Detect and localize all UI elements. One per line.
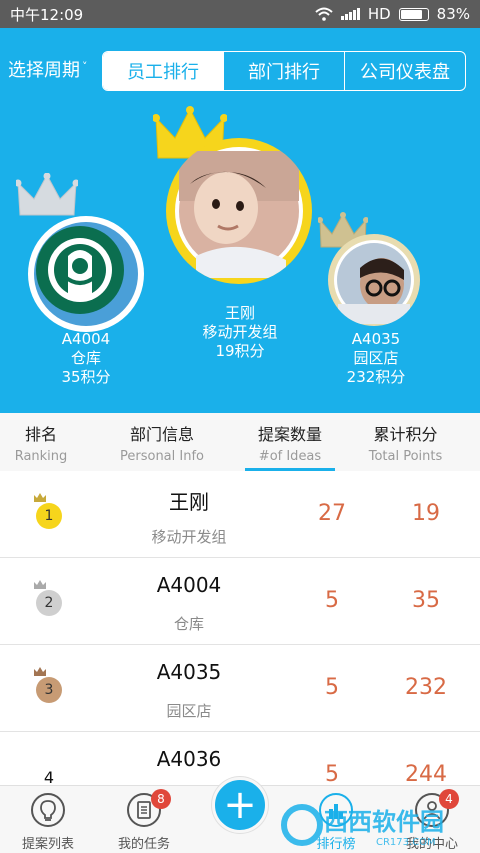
silver-crown-icon	[16, 173, 78, 216]
table-row[interactable]: 1 王刚 移动开发组 27 19	[0, 471, 480, 558]
status-icons: HD 83%	[315, 5, 470, 23]
podium-info-rank-2: A4004 仓库 35积分	[36, 330, 136, 387]
chevron-down-icon: ˅	[82, 60, 88, 73]
ranking-table-header: 排名 Ranking 部门信息 Personal Info 提案数量 #of I…	[0, 413, 480, 471]
column-sublabel: #of Ideas	[258, 449, 322, 464]
column-total-points[interactable]: 累计积分 Total Points	[343, 413, 468, 471]
table-row[interactable]: 3 A4035 园区店 5 232	[0, 645, 480, 732]
row-ideas: 5	[325, 675, 339, 700]
user-photo-image	[175, 147, 303, 278]
row-ideas: 5	[325, 588, 339, 613]
podium-info-rank-1: 王刚 移动开发组 19积分	[180, 304, 300, 361]
nav-item-ideas-list[interactable]: 提案列表	[0, 786, 96, 852]
column-sublabel: Personal Info	[120, 449, 204, 464]
podium-points: 35积分	[61, 368, 111, 386]
starbucks-logo-image	[34, 222, 138, 326]
site-watermark-logo: 西西软件园 CR173.COM	[281, 804, 444, 848]
row-name: 王刚	[169, 490, 209, 514]
svg-text:CR173.COM: CR173.COM	[376, 837, 436, 848]
lightbulb-icon	[31, 793, 65, 827]
status-bar: 中午12:09 HD 83%	[0, 0, 480, 28]
podium-dept: 园区店	[353, 349, 399, 367]
crown-icon	[34, 493, 46, 502]
row-dept: 移动开发组	[151, 528, 227, 546]
nav-label: 我的任务	[117, 837, 170, 852]
column-ideas-count[interactable]: 提案数量 #of Ideas	[245, 413, 335, 471]
podium-name: A4035	[351, 330, 401, 348]
tab-employee-ranking[interactable]: 员工排行	[103, 52, 223, 90]
battery-label: 83%	[436, 5, 470, 23]
wifi-icon	[315, 7, 333, 21]
task-list-icon: 8	[127, 789, 171, 827]
rank-badge-bronze: 3	[36, 677, 62, 703]
row-points: 244	[405, 762, 447, 787]
podium-info-rank-3: A4035 园区店 232积分	[326, 330, 426, 387]
signal-icon	[340, 8, 360, 20]
period-label: 选择周期	[8, 60, 80, 81]
network-label: HD	[367, 5, 391, 23]
create-idea-button[interactable]: +	[212, 777, 268, 833]
notification-badge: 8	[151, 789, 171, 809]
period-selector[interactable]: 选择周期 ˅	[8, 56, 88, 82]
podium-points: 232积分	[346, 368, 406, 386]
row-ideas: 5	[325, 762, 339, 787]
column-ranking[interactable]: 排名 Ranking	[0, 413, 82, 471]
nav-item-my-tasks[interactable]: 8 我的任务	[96, 786, 192, 852]
row-dept: 仓库	[173, 615, 204, 633]
row-points: 232	[405, 675, 447, 700]
svg-text:西西软件园: 西西软件园	[324, 808, 444, 836]
podium-name: 王刚	[224, 304, 255, 322]
row-points: 19	[412, 501, 440, 526]
row-name: A4035	[156, 660, 222, 684]
battery-icon	[398, 7, 429, 21]
row-points: 35	[412, 588, 440, 613]
row-dept: 园区店	[166, 702, 212, 720]
tab-company-dashboard[interactable]: 公司仪表盘	[344, 52, 465, 90]
row-ideas: 27	[318, 501, 346, 526]
nav-label: 提案列表	[21, 837, 74, 852]
podium-dept: 移动开发组	[202, 323, 278, 341]
column-label: 部门信息	[129, 425, 194, 444]
podium-points: 19积分	[215, 342, 265, 360]
row-name: A4036	[156, 747, 222, 771]
ranking-list: 1 王刚 移动开发组 27 19 2 A4004 仓库 5 35 3 A4035…	[0, 471, 480, 819]
column-label: 累计积分	[373, 425, 438, 444]
row-name: A4004	[156, 573, 222, 597]
avatar-rank-1[interactable]	[166, 138, 312, 284]
column-label: 提案数量	[257, 425, 322, 444]
podium-dept: 仓库	[70, 349, 101, 367]
tab-department-ranking[interactable]: 部门排行	[223, 52, 344, 90]
rank-badge-gold: 1	[36, 503, 62, 529]
crown-icon	[34, 667, 46, 676]
status-time: 中午12:09	[10, 5, 84, 24]
user-photo-image	[334, 240, 414, 324]
table-row[interactable]: 2 A4004 仓库 5 35	[0, 558, 480, 645]
column-sublabel: Total Points	[368, 449, 443, 464]
column-personal-info[interactable]: 部门信息 Personal Info	[82, 413, 242, 471]
ranking-segmented-control: 员工排行 部门排行 公司仪表盘	[102, 51, 466, 91]
leaderboard-header: 选择周期 ˅ 员工排行 部门排行 公司仪表盘 A4004 仓库 35积分 王刚 …	[0, 28, 480, 413]
avatar-rank-2[interactable]	[28, 216, 144, 332]
column-sublabel: Ranking	[14, 449, 68, 464]
column-label: 排名	[24, 425, 57, 444]
rank-badge-silver: 2	[36, 590, 62, 616]
avatar-rank-3[interactable]	[328, 234, 420, 326]
podium-name: A4004	[61, 330, 111, 348]
crown-icon	[34, 580, 46, 589]
